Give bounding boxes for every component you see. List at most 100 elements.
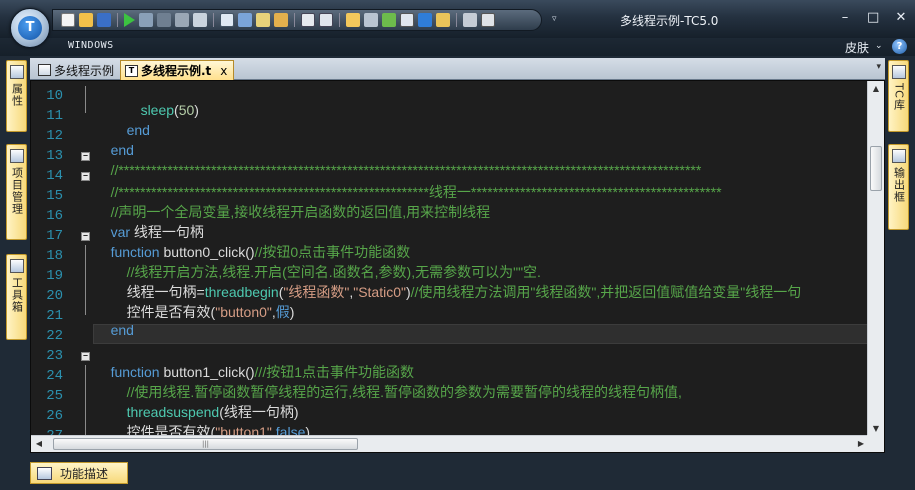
step-icon[interactable]	[139, 13, 153, 27]
code-line: function button1_click()///按钮1点击事件功能函数	[95, 346, 414, 380]
project-icon	[9, 149, 24, 163]
quick-access-toolbar	[52, 9, 542, 31]
compile-icon[interactable]	[256, 13, 270, 27]
resource-icon[interactable]	[436, 13, 450, 27]
fold-guide	[85, 365, 86, 445]
tab-source-file[interactable]: T 多线程示例.t x	[120, 60, 235, 80]
close-button[interactable]: ✕	[895, 11, 907, 25]
help-icon[interactable]: ?	[892, 39, 907, 54]
list-icon[interactable]	[301, 13, 315, 27]
fold-collapse-icon[interactable]: −	[81, 152, 90, 161]
line-number: 15	[46, 188, 63, 204]
toolbox-icon	[9, 259, 24, 273]
vertical-scrollbar[interactable]: ▲ ▼	[867, 81, 884, 437]
menu-editor-icon[interactable]	[364, 13, 378, 27]
code-token: )	[194, 102, 199, 118]
open-folder-icon[interactable]	[79, 13, 93, 27]
code-line: 控件是否有效("button1",false)	[111, 406, 310, 440]
code-token: ****************************************…	[470, 184, 722, 200]
package-icon[interactable]	[274, 13, 288, 27]
image-icon[interactable]	[400, 13, 414, 27]
code-token: //使用线程方法调用"线程函数",并把返回值赋值给变量"线程一句	[410, 284, 802, 300]
line-number: 24	[46, 368, 63, 384]
tab-label: 多线程示例	[54, 63, 115, 78]
save-icon[interactable]	[97, 13, 111, 27]
restore-button[interactable]: □	[867, 11, 879, 25]
debug-icon[interactable]	[157, 13, 171, 27]
scroll-up-icon[interactable]: ▲	[868, 81, 884, 97]
code-token: 假	[275, 304, 290, 320]
new-file-icon[interactable]	[61, 13, 75, 27]
line-number: 17	[46, 228, 63, 244]
code-line: var 线程一句柄	[95, 206, 204, 240]
stop-icon[interactable]	[175, 13, 189, 27]
line-number: 21	[46, 308, 63, 324]
side-tab-output[interactable]: 输出框	[888, 144, 909, 230]
project-file-icon	[38, 64, 51, 76]
app-logo-button[interactable]: T	[10, 8, 50, 48]
vertical-scroll-thumb[interactable]	[870, 146, 882, 191]
description-icon	[37, 466, 52, 480]
line-number: 20	[46, 288, 63, 304]
menu-windows[interactable]: WINDOWS	[68, 40, 114, 51]
code-line: threadsuspend(线程一句柄)	[111, 386, 299, 420]
layers-icon[interactable]	[238, 13, 252, 27]
window-controls: – □ ✕	[839, 11, 907, 25]
tab-label: 多线程示例.t	[141, 64, 212, 78]
code-line: //线程开启方法,线程.开启(空间名.函数名,参数),无需参数可以为""空.	[111, 246, 541, 280]
minimize-button[interactable]: –	[839, 11, 851, 25]
fold-guide	[85, 245, 86, 315]
menu-skin[interactable]: 皮肤	[845, 39, 869, 56]
form-icon[interactable]	[418, 13, 432, 27]
fold-collapse-icon[interactable]: −	[81, 352, 90, 361]
line-number: 23	[46, 348, 63, 364]
title-bar: ▿ 多线程示例-TC5.0 – □ ✕	[0, 0, 915, 38]
side-tab-toolbox[interactable]: 工具箱	[6, 254, 27, 340]
code-editor[interactable]: 10 11 12 13 14 15 16 17 18 19 20 21 22 2…	[30, 80, 885, 453]
window-icon[interactable]	[220, 13, 234, 27]
toolbar-separator	[294, 13, 295, 27]
code-line: end	[95, 126, 134, 158]
panel-tab-function-description[interactable]: 功能描述	[30, 462, 128, 484]
code-token: 50	[178, 102, 195, 118]
toolbar-separator	[213, 13, 214, 27]
horizontal-scroll-thumb[interactable]: |||	[53, 438, 358, 450]
color-picker-icon[interactable]	[382, 13, 396, 27]
side-tab-label: 输出框	[892, 167, 906, 203]
code-line: end	[111, 106, 150, 138]
side-tab-library[interactable]: TC库	[888, 60, 909, 132]
side-tab-properties[interactable]: 属性	[6, 60, 27, 132]
side-tab-project[interactable]: 项目管理	[6, 144, 27, 240]
code-token: 控件是否有效(	[126, 304, 216, 320]
library-icon	[891, 65, 906, 79]
print-icon[interactable]	[481, 13, 495, 27]
code-line: sleep(50)	[125, 86, 199, 118]
current-line-highlight	[93, 324, 883, 344]
tab-project-file[interactable]: 多线程示例	[34, 60, 120, 80]
code-line: end	[95, 306, 134, 338]
run-icon[interactable]	[124, 13, 135, 27]
scroll-left-icon[interactable]: ◀	[31, 436, 47, 452]
cursor-icon[interactable]	[346, 13, 360, 27]
settings-icon[interactable]	[463, 13, 477, 27]
tab-overflow-icon[interactable]: ▾	[876, 62, 881, 72]
capture-icon[interactable]	[193, 13, 207, 27]
tab-close-icon[interactable]: x	[220, 64, 227, 78]
side-tab-label: 属性	[10, 83, 24, 107]
quick-access-dropdown-icon[interactable]: ▿	[552, 14, 557, 24]
document-tab-strip: 多线程示例 T 多线程示例.t x ▾	[30, 58, 885, 80]
horizontal-scrollbar[interactable]: ◀ ||| ▶	[31, 435, 869, 452]
fold-collapse-icon[interactable]: −	[81, 172, 90, 181]
toolbar-separator	[117, 13, 118, 27]
fold-collapse-icon[interactable]: −	[81, 232, 90, 241]
line-number: 19	[46, 268, 63, 284]
skin-dropdown-icon[interactable]: ⌄	[875, 41, 883, 51]
find-icon[interactable]	[319, 13, 333, 27]
code-token: "button0"	[215, 304, 272, 320]
side-tab-label: TC库	[892, 83, 906, 111]
code-token: end	[110, 322, 134, 338]
code-line: //使用线程.暂停函数暂停线程的运行,线程.暂停函数的参数为需要暂停的线程的线程…	[111, 366, 682, 400]
panel-tab-label: 功能描述	[60, 466, 109, 481]
line-number: 26	[46, 408, 63, 424]
